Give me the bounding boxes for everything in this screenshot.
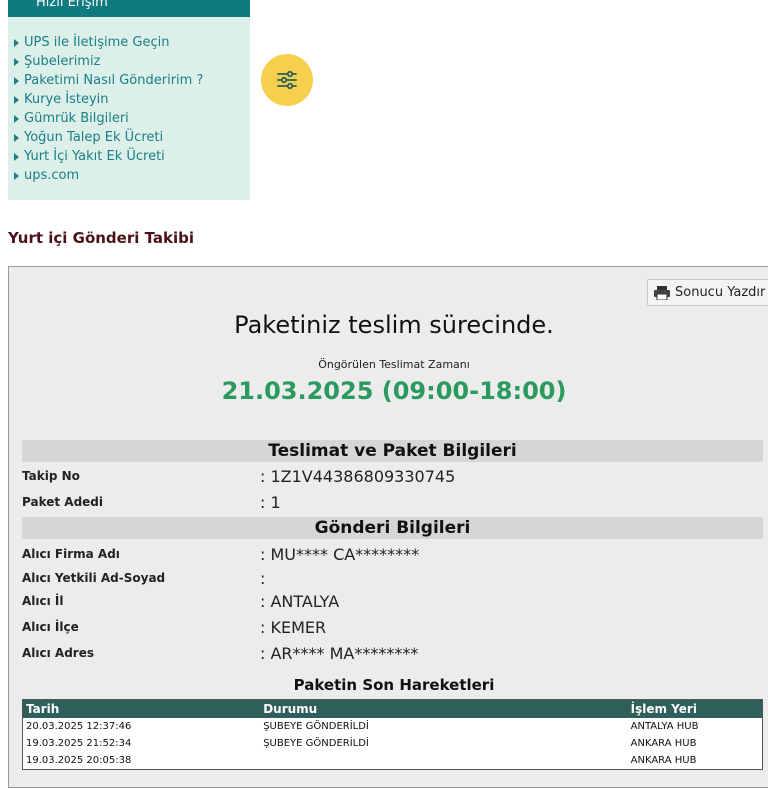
- info-value: : KEMER: [260, 618, 327, 637]
- info-value: : AR**** MA********: [260, 644, 419, 663]
- tracking-result-panel: Sonucu Yazdır Paketiniz teslim sürecinde…: [8, 266, 768, 788]
- column-header: Tarih: [22, 699, 261, 718]
- quick-link-fuel-surcharge[interactable]: Yurt İçi Yakıt Ek Ücreti: [14, 147, 203, 166]
- info-value: : MU**** CA********: [260, 545, 420, 564]
- table-cell: [260, 752, 628, 770]
- shipment-info-header: Gönderi Bilgileri: [22, 517, 763, 539]
- triangle-right-icon: [14, 38, 19, 47]
- movements-table: Tarih Durumu İşlem Yeri 20.03.2025 12:37…: [22, 699, 763, 770]
- filter-button[interactable]: [261, 54, 313, 106]
- table-cell: 19.03.2025 21:52:34: [22, 735, 261, 752]
- info-label: Paket Adedi: [22, 495, 103, 509]
- print-button[interactable]: Sonucu Yazdır: [647, 279, 768, 306]
- info-row-package-count: Paket Adedi : 1: [22, 493, 763, 513]
- info-label: Alıcı İl: [22, 594, 64, 608]
- table-row: 20.03.2025 12:37:46 ŞUBEYE GÖNDERİLDİ AN…: [22, 718, 763, 735]
- quick-link-peak-surcharge[interactable]: Yoğun Talep Ek Ücreti: [14, 128, 203, 147]
- triangle-right-icon: [14, 133, 19, 142]
- quick-link-how-to-send[interactable]: Paketimi Nasıl Gönderirim ?: [14, 71, 203, 90]
- quick-link-customs[interactable]: Gümrük Bilgileri: [14, 109, 203, 128]
- info-row-recipient-address: Alıcı Adres : AR**** MA********: [22, 644, 763, 664]
- info-label: Alıcı Firma Adı: [22, 547, 120, 561]
- quick-access-title: Hızlı Erişim: [36, 0, 108, 10]
- table-cell: ANKARA HUB: [627, 735, 763, 752]
- package-info-header: Teslimat ve Paket Bilgileri: [22, 440, 763, 462]
- table-cell: ANKARA HUB: [627, 752, 763, 770]
- triangle-right-icon: [14, 152, 19, 161]
- info-value: : 1: [260, 493, 281, 512]
- quick-link-branches[interactable]: Şubelerimiz: [14, 52, 203, 71]
- quick-link-courier[interactable]: Kurye İsteyin: [14, 90, 203, 109]
- info-value: :: [260, 569, 266, 588]
- printer-icon: [654, 285, 670, 300]
- table-cell: ŞUBEYE GÖNDERİLDİ: [260, 735, 628, 752]
- table-row: 19.03.2025 20:05:38 ANKARA HUB: [22, 752, 763, 770]
- triangle-right-icon: [14, 114, 19, 123]
- triangle-right-icon: [14, 95, 19, 104]
- column-header: Durumu: [260, 699, 628, 718]
- info-label: Takip No: [22, 469, 80, 483]
- info-label: Alıcı Yetkili Ad-Soyad: [22, 571, 166, 585]
- movements-title: Paketin Son Hareketleri: [293, 676, 495, 694]
- triangle-right-icon: [14, 76, 19, 85]
- delivery-status-headline: Paketiniz teslim sürecinde.: [234, 311, 554, 339]
- print-button-label: Sonucu Yazdır: [675, 285, 766, 300]
- quick-access-header: Hızlı Erişim: [8, 0, 250, 17]
- quick-access-links: UPS ile İletişime Geçin Şubelerimiz Pake…: [14, 33, 203, 185]
- table-header-row: Tarih Durumu İşlem Yeri: [22, 699, 763, 718]
- section-title: Yurt içi Gönderi Takibi: [8, 229, 195, 247]
- sliders-icon: [277, 70, 297, 90]
- table-cell: 19.03.2025 20:05:38: [22, 752, 261, 770]
- quick-access-panel: Hızlı Erişim UPS ile İletişime Geçin Şub…: [8, 0, 250, 200]
- info-row-tracking-no: Takip No : 1Z1V44386809330745: [22, 467, 763, 487]
- triangle-right-icon: [14, 171, 19, 180]
- info-value: : 1Z1V44386809330745: [260, 467, 456, 486]
- column-header: İşlem Yeri: [627, 699, 763, 718]
- quick-link-ups-com[interactable]: ups.com: [14, 166, 203, 185]
- info-row-recipient-city: Alıcı İl : ANTALYA: [22, 592, 763, 612]
- info-row-recipient-contact: Alıcı Yetkili Ad-Soyad :: [22, 569, 763, 589]
- estimate-value: 21.03.2025 (09:00-18:00): [221, 377, 567, 405]
- triangle-right-icon: [14, 57, 19, 66]
- table-cell: ANTALYA HUB: [627, 718, 763, 735]
- table-row: 19.03.2025 21:52:34 ŞUBEYE GÖNDERİLDİ AN…: [22, 735, 763, 752]
- quick-link-contact[interactable]: UPS ile İletişime Geçin: [14, 33, 203, 52]
- info-label: Alıcı Adres: [22, 646, 94, 660]
- table-cell: ŞUBEYE GÖNDERİLDİ: [260, 718, 628, 735]
- info-row-recipient-company: Alıcı Firma Adı : MU**** CA********: [22, 545, 763, 565]
- info-row-recipient-district: Alıcı İlçe : KEMER: [22, 618, 763, 638]
- estimate-label: Öngörülen Teslimat Zamanı: [318, 358, 470, 371]
- table-cell: 20.03.2025 12:37:46: [22, 718, 261, 735]
- info-label: Alıcı İlçe: [22, 620, 79, 634]
- info-value: : ANTALYA: [260, 592, 340, 611]
